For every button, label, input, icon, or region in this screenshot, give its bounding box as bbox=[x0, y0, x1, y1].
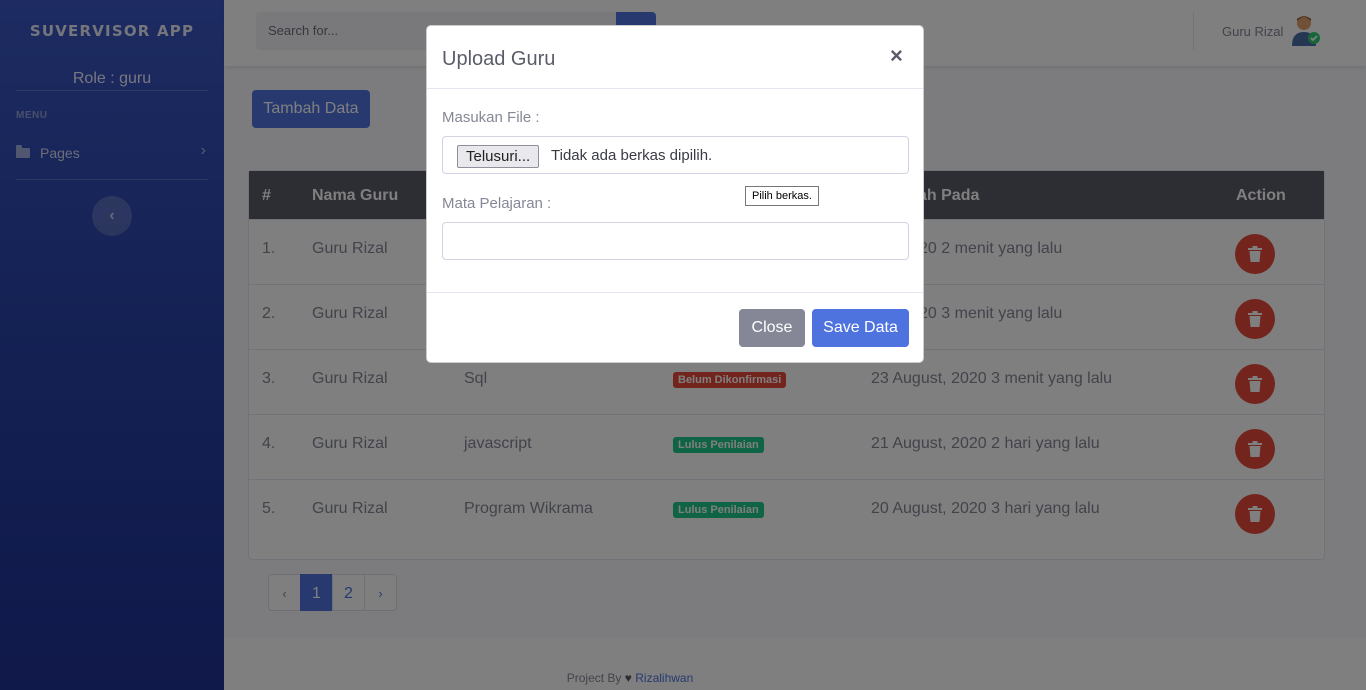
upload-guru-modal: Upload Guru × Masukan File : Telusuri...… bbox=[426, 25, 924, 363]
mapel-label: Mata Pelajaran : bbox=[442, 195, 552, 212]
file-status: Tidak ada berkas dipilih. bbox=[551, 147, 713, 164]
browse-button[interactable]: Telusuri... bbox=[457, 145, 540, 168]
close-icon[interactable]: × bbox=[890, 43, 903, 69]
close-button[interactable]: Close bbox=[739, 309, 805, 347]
modal-header: Upload Guru × bbox=[427, 26, 923, 89]
mata-pelajaran-input[interactable] bbox=[442, 222, 909, 260]
save-data-button[interactable]: Save Data bbox=[812, 309, 909, 347]
modal-title: Upload Guru bbox=[442, 48, 556, 70]
file-input[interactable]: Telusuri... Tidak ada berkas dipilih. bbox=[442, 136, 909, 174]
modal-footer: Close Save Data bbox=[427, 292, 923, 362]
file-tooltip: Pilih berkas. bbox=[745, 186, 819, 206]
file-label: Masukan File : bbox=[442, 109, 540, 126]
